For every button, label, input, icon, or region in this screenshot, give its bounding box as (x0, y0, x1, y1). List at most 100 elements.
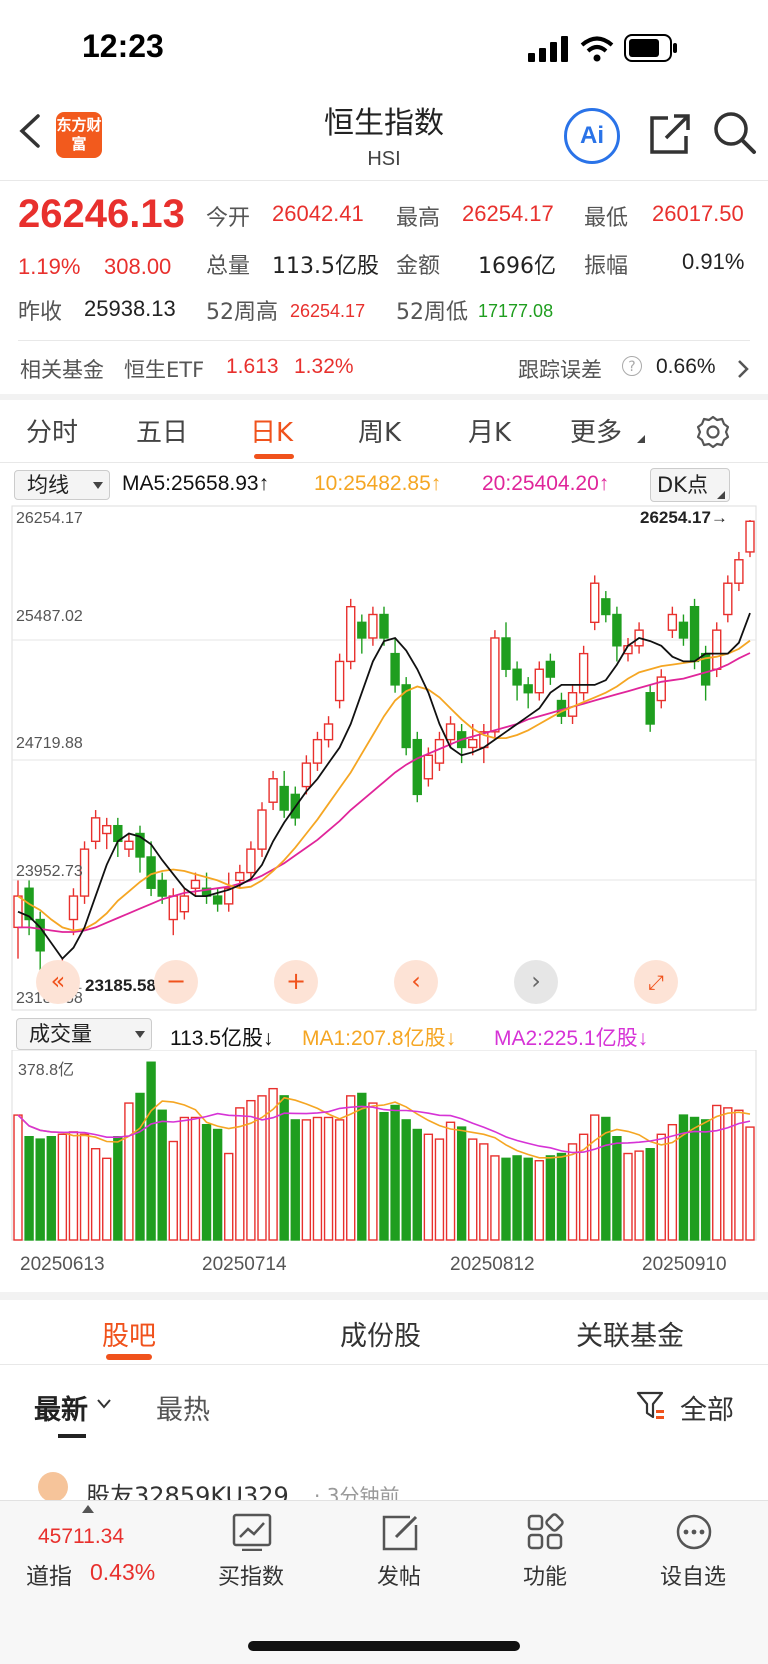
tab-monthly-k[interactable]: 月K (468, 412, 511, 449)
volume-bar (689, 1116, 700, 1241)
ai-button[interactable]: Ai (564, 108, 620, 164)
more-dots-icon (676, 1514, 712, 1550)
fullscreen-button[interactable]: ⤢ (634, 960, 678, 1004)
candle-body (534, 668, 544, 694)
volume-value: 113.5亿股 (272, 254, 379, 279)
buy-index-button[interactable]: 买指数 (196, 1509, 306, 1599)
filter-all[interactable]: 全部 (680, 1388, 734, 1427)
volume-bar (501, 1157, 511, 1241)
ma-selector[interactable]: 均线 (14, 470, 110, 500)
ma20-label: 20:25404.20↑ (482, 472, 610, 495)
volume-bar (623, 1152, 633, 1241)
dropdown-caret-icon (135, 1031, 145, 1038)
candle-body (212, 895, 223, 905)
chevron-left-icon: ‹ (411, 967, 421, 995)
candle-body (490, 637, 500, 733)
volume-bar (468, 1138, 478, 1241)
volume-bar (279, 1095, 289, 1241)
candle-body (301, 762, 312, 788)
candle-body (678, 621, 689, 639)
tab-five-day[interactable]: 五日 (136, 412, 188, 449)
search-icon[interactable] (712, 110, 758, 158)
amount-label: 金额 (396, 254, 441, 279)
candle-body (124, 840, 134, 850)
functions-button[interactable]: 功能 (490, 1509, 600, 1599)
volume-label: 113.5亿股↓ (170, 1027, 274, 1050)
volume-bar (700, 1119, 711, 1241)
candle-body (157, 879, 167, 897)
buy-index-label: 买指数 (217, 1565, 284, 1590)
w52-low-label: 52周低 (396, 300, 468, 325)
add-watchlist-button[interactable]: 设自选 (638, 1509, 748, 1599)
rewind-button[interactable]: « (36, 960, 80, 1004)
up-arrow-icon (82, 1505, 94, 1513)
volume-bar (334, 1119, 345, 1241)
post-label: 发帖 (376, 1565, 421, 1590)
candle-body (501, 637, 511, 670)
bottom-tab-indicator (106, 1354, 152, 1360)
related-fund-row[interactable]: 相关基金 恒生ETF 1.613 1.32% 跟踪误差 ? 0.66% (0, 344, 768, 394)
date-label: 20250613 (20, 1254, 105, 1275)
tracking-error-value: 0.66% (656, 355, 716, 378)
w52-high-value: 26254.17 (290, 301, 366, 321)
high-label: 最高 (396, 206, 441, 231)
change-value: 308.00 (104, 254, 172, 279)
volume-bar (301, 1119, 312, 1241)
bottom-bar: 45711.34 道指 0.43% 买指数 发帖 功能 设自选 (0, 1500, 768, 1664)
ma5-line (17, 612, 751, 960)
candle-body (346, 605, 356, 663)
filter-funnel-icon[interactable] (636, 1390, 666, 1422)
volume-chart[interactable] (0, 1050, 768, 1242)
volume-selector[interactable]: 成交量 (16, 1018, 152, 1050)
price-axis-label: 24719.88 (16, 735, 83, 752)
candle-body (745, 520, 755, 553)
candle-body (734, 559, 744, 584)
status-time: 12:23 (82, 28, 164, 64)
volume-ma2-label: MA2:225.1亿股↓ (494, 1027, 649, 1050)
prev-close-value: 25938.13 (84, 296, 176, 321)
volume-bar (534, 1160, 544, 1241)
tab-constituents[interactable]: 成份股 (340, 1314, 421, 1353)
scroll-left-button[interactable]: ‹ (394, 960, 438, 1004)
fund-change: 1.32% (294, 355, 354, 378)
dk-point-button[interactable]: DK点 (650, 468, 730, 502)
filter-latest[interactable]: 最新 (34, 1388, 88, 1427)
volume-bar (57, 1133, 68, 1241)
tab-intraday[interactable]: 分时 (26, 412, 78, 449)
candlestick-chart[interactable] (0, 504, 768, 1014)
functions-label: 功能 (522, 1565, 567, 1590)
help-icon[interactable]: ? (622, 356, 642, 376)
battery-icon (624, 34, 677, 62)
filter-hot[interactable]: 最热 (156, 1388, 210, 1427)
post-button[interactable]: 发帖 (344, 1509, 454, 1599)
volume-bar (434, 1138, 445, 1241)
candle-body (368, 613, 378, 639)
share-icon[interactable] (648, 112, 692, 156)
avatar[interactable] (38, 1472, 68, 1502)
candle-body (434, 738, 445, 764)
candle-body (334, 660, 345, 702)
chevron-right-icon: › (531, 967, 541, 995)
volume-bar (656, 1133, 666, 1241)
candle-body (712, 629, 722, 670)
volume-bar (157, 1109, 167, 1241)
tab-more[interactable]: 更多 (570, 412, 622, 449)
dow-change: 0.43% (90, 1559, 156, 1585)
zoom-out-button[interactable]: − (154, 960, 198, 1004)
scroll-right-button[interactable]: › (514, 960, 558, 1004)
tab-daily-k[interactable]: 日K (250, 412, 293, 449)
volume-bar (46, 1136, 56, 1241)
tab-guba[interactable]: 股吧 (102, 1314, 156, 1353)
tab-related-funds[interactable]: 关联基金 (576, 1314, 684, 1353)
volume-bar (168, 1140, 178, 1241)
volume-ma1-label: MA1:207.8亿股↓ (302, 1027, 457, 1050)
tab-weekly-k[interactable]: 周K (358, 412, 401, 449)
zoom-in-button[interactable]: + (274, 960, 318, 1004)
settings-gear-icon[interactable] (695, 414, 731, 450)
status-bar: 12:23 (0, 0, 768, 95)
candle-body (723, 582, 733, 616)
candle-body (357, 621, 367, 639)
date-label: 20250812 (450, 1254, 535, 1275)
volume-bar (745, 1126, 755, 1241)
candle-body (601, 598, 611, 616)
